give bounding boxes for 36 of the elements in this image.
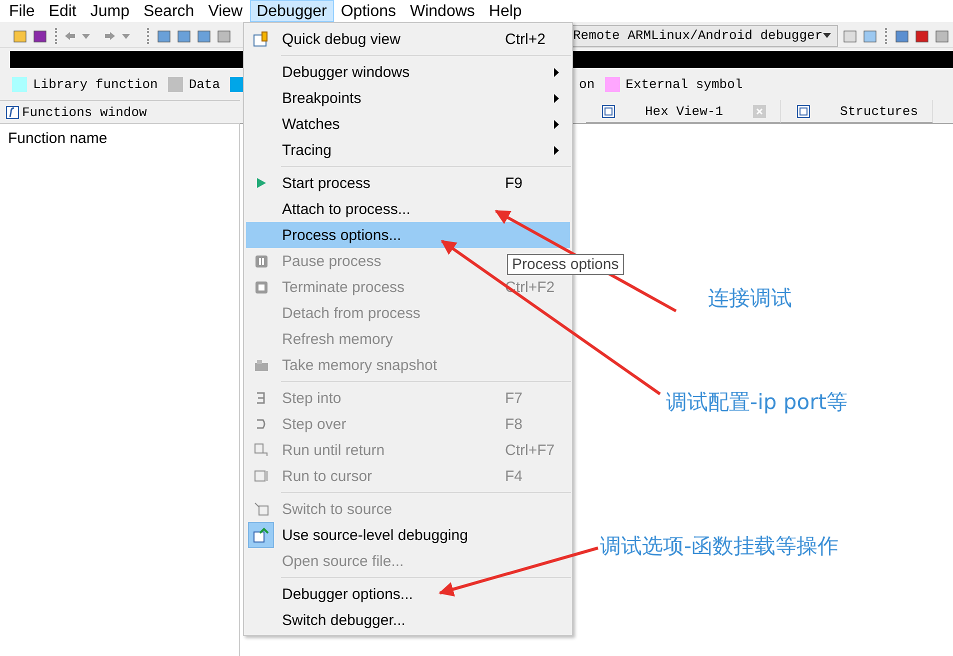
menu-item-label: Watches — [282, 116, 341, 132]
menu-item-label: Pause process — [282, 252, 382, 270]
menu-item-label: Switch to source — [282, 500, 394, 518]
menu-item-label: Step over — [282, 416, 348, 432]
menu-item-label: Use source-level debugging — [282, 526, 469, 544]
annotation-text: 调试配置-ip port等 — [666, 389, 848, 416]
menu-item-label: Run to cursor — [282, 468, 374, 484]
menu-item-label: Attach to process... — [282, 200, 412, 218]
menu-item-label: Process options... — [282, 226, 402, 244]
tooltip: Process options — [507, 254, 624, 275]
shortcut-label: Ctrl+F7 — [505, 442, 555, 458]
shortcut-label: F9 — [505, 174, 524, 192]
menu-item-label: Take memory snapshot — [282, 356, 438, 374]
annotation-text: 连接调试 — [708, 285, 792, 312]
shortcut-label: F4 — [505, 468, 524, 484]
menu-item-label: Debugger options... — [282, 586, 414, 602]
menu-item-label: Step into — [282, 390, 342, 406]
menu-item-label: Quick debug view — [282, 30, 402, 48]
annotation-text: 调试选项-函数挂载等操作 — [600, 533, 839, 560]
legend-label: on — [579, 76, 595, 92]
legend-label: Library function — [33, 76, 158, 92]
legend-label: External symbol — [626, 76, 743, 92]
shortcut-label: Ctrl+2 — [505, 30, 546, 48]
menu-item-label: Start process — [282, 174, 372, 192]
menu-item-label: Tracing — [282, 142, 332, 158]
menu-item-label: Open source file... — [282, 552, 405, 570]
menu-item-label: Detach from process — [282, 304, 422, 322]
menu-item-label: Run until return — [282, 442, 386, 458]
shortcut-label: F8 — [505, 416, 524, 432]
menu-item-label: Terminate process — [282, 278, 406, 296]
menu-item-label: Refresh memory — [282, 330, 394, 348]
menu-item-label: Debugger windows — [282, 64, 411, 80]
menu-item-label: Switch debugger... — [282, 612, 406, 628]
legend-label: Data — [188, 76, 220, 92]
menu-item-label: Breakpoints — [282, 90, 362, 106]
shortcut-label: F7 — [505, 390, 524, 406]
